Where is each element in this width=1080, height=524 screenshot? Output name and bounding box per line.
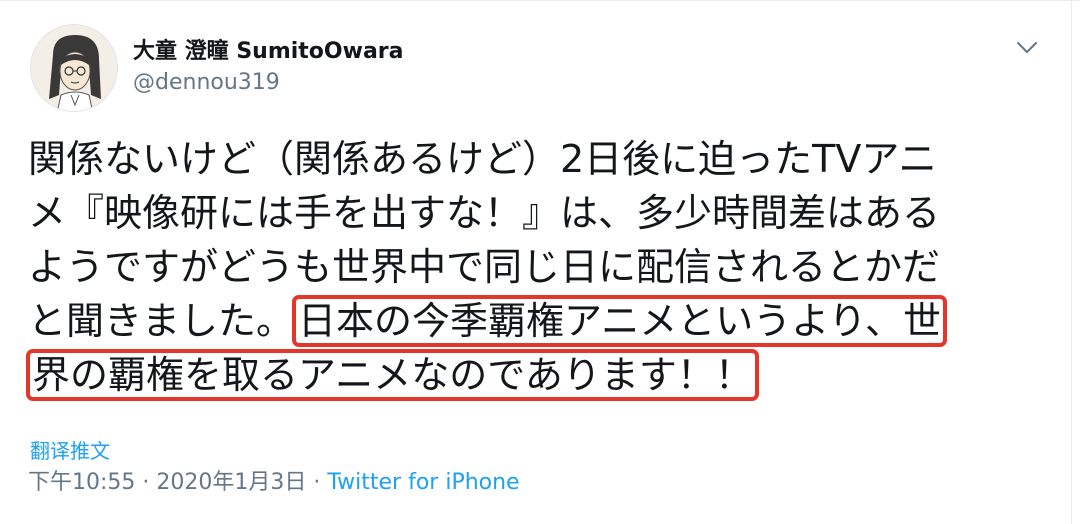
handle[interactable]: @dennou319	[133, 68, 404, 98]
highlighted-text-segment: 日本の今季覇権アニメというより、世	[292, 295, 947, 347]
more-options-button[interactable]	[1012, 36, 1042, 60]
chevron-down-icon	[1017, 42, 1037, 53]
avatar[interactable]	[30, 24, 118, 112]
tweet-line: 関係ないけど（関係あるけど）2日後に迫ったTVアニ	[28, 132, 1028, 186]
tweet-time[interactable]: 下午10:55	[28, 470, 135, 495]
author-names[interactable]: 大童 澄瞳 SumitoOwara @dennou319	[133, 38, 404, 98]
tweet-line: ようですがどうも世界中で同じ日に配信されるとかだ	[28, 240, 1028, 294]
meta-separator: ·	[135, 470, 157, 495]
tweet-line: 界の覇権を取るアニメなのであります！！	[26, 348, 1028, 402]
right-divider	[1071, 0, 1072, 524]
tweet-source-link[interactable]: Twitter for iPhone	[327, 470, 519, 495]
highlighted-text-segment: 界の覇権を取るアニメなのであります！！	[26, 349, 759, 401]
avatar-illustration	[31, 25, 117, 111]
tweet-text: 関係ないけど（関係あるけど）2日後に迫ったTVアニ メ『映像研には手を出すな！』…	[26, 132, 1028, 402]
top-divider	[0, 0, 1080, 1]
tweet-line: と聞きました。 日本の今季覇権アニメというより、世	[28, 294, 1028, 348]
meta-separator: ·	[306, 470, 328, 495]
tweet-text-segment: と聞きました。	[28, 299, 295, 343]
tweet-text-segment: 関係ないけど（関係あるけど）2日後に迫ったTVアニ	[28, 137, 937, 181]
tweet-text-segment: ようですがどうも世界中で同じ日に配信されるとかだ	[28, 245, 941, 289]
tweet-date[interactable]: 2020年1月3日	[156, 470, 306, 495]
translate-tweet-link[interactable]: 翻译推文	[30, 435, 110, 464]
display-name[interactable]: 大童 澄瞳 SumitoOwara	[133, 38, 404, 66]
tweet-text-segment: メ『映像研には手を出すな！』は、多少時間差はある	[28, 191, 941, 235]
tweet-line: メ『映像研には手を出すな！』は、多少時間差はある	[28, 186, 1028, 240]
tweet-meta: 下午10:55 · 2020年1月3日 · Twitter for iPhone	[28, 467, 520, 499]
